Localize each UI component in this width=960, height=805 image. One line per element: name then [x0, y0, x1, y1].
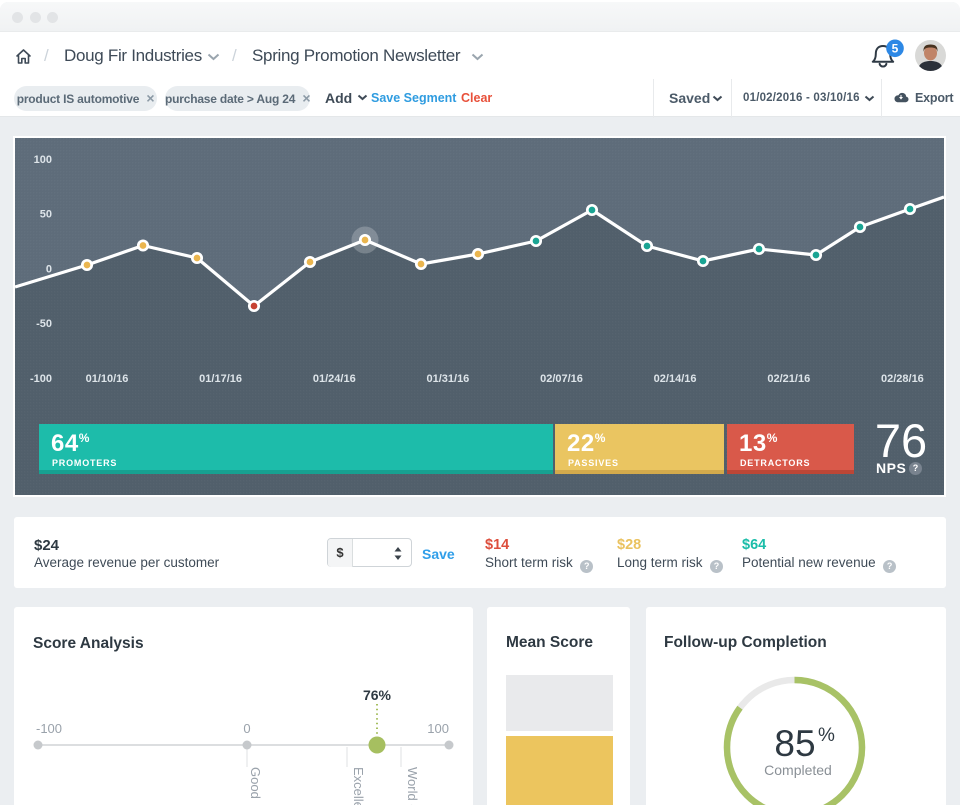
svg-text:0: 0 [46, 264, 52, 276]
svg-text:100: 100 [34, 154, 52, 166]
svg-text:0: 0 [243, 721, 250, 736]
svg-text:-100: -100 [36, 721, 62, 736]
svg-text:85: 85 [774, 723, 815, 764]
svg-text:01/31/16: 01/31/16 [426, 373, 469, 385]
svg-text:02/21/16: 02/21/16 [767, 373, 810, 385]
svg-text:02/07/16: 02/07/16 [540, 373, 583, 385]
svg-text:01/24/16: 01/24/16 [313, 373, 356, 385]
svg-text:-50: -50 [36, 318, 52, 330]
svg-text:01/10/16: 01/10/16 [86, 373, 129, 385]
svg-text:5: 5 [892, 42, 899, 56]
svg-text:02/14/16: 02/14/16 [654, 373, 697, 385]
svg-text:%: % [818, 725, 835, 746]
svg-text:02/28/16: 02/28/16 [881, 373, 924, 385]
svg-text:-100: -100 [30, 373, 52, 385]
svg-text:Completed: Completed [764, 762, 832, 778]
svg-text:50: 50 [40, 209, 52, 221]
svg-text:76%: 76% [363, 687, 392, 703]
svg-text:100: 100 [427, 721, 449, 736]
svg-text:01/17/16: 01/17/16 [199, 373, 242, 385]
